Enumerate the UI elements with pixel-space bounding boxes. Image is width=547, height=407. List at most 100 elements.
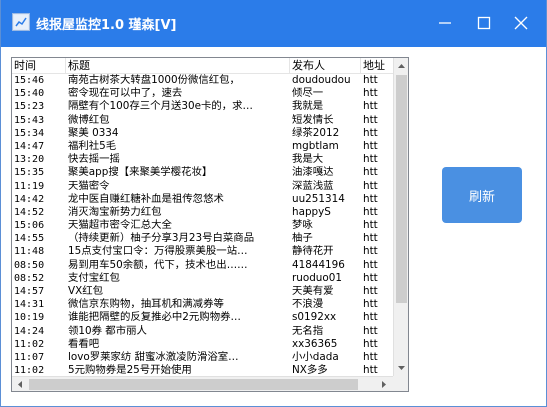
list-row[interactable]: 15:23 隔壁有个100存三个月送30e卡的，求… 我就是 htt [12, 100, 393, 113]
horizontal-scrollbar[interactable] [12, 376, 393, 391]
row-title: 密令现在可以中了，速去 [68, 87, 183, 100]
row-address: htt [363, 219, 378, 232]
row-address: htt [363, 337, 378, 350]
scroll-left-icon [17, 380, 22, 388]
row-publisher: uu251314 [292, 192, 345, 205]
vertical-scrollbar[interactable] [393, 58, 408, 376]
row-title: VX红包 [68, 285, 104, 297]
row-title: 支付宝红包 [68, 271, 120, 284]
list-row[interactable]: 15:43 微博红包 短发情长 htt [12, 114, 393, 127]
list-row[interactable]: 14:47 福利社5毛 mgbtlam htt [12, 140, 393, 153]
list-row[interactable]: 15:35 聚美app搜【来聚美学樱花妆】 油漆嘎达 htt [12, 166, 393, 179]
row-publisher: xx36365 [292, 337, 338, 350]
row-address: htt [363, 232, 378, 245]
column-header-title[interactable]: 标题 [66, 58, 290, 74]
row-publisher: 深蓝浅蓝 [292, 179, 334, 192]
app-icon [12, 13, 30, 31]
row-address: htt [363, 271, 378, 284]
scroll-down-icon [398, 366, 405, 370]
row-title: lovo罗莱家纺 甜蜜冰激凌防滑浴室… [68, 350, 239, 363]
thread-listview[interactable]: 时间 标题 发布人 地址 15:46 南苑古树茶大转盘1000份微信红包， doud… [11, 57, 409, 392]
row-time: 14:57 [14, 286, 45, 297]
row-address: htt [363, 166, 378, 179]
row-publisher: 无名指 [292, 324, 324, 337]
row-title: 天猫密令 [68, 179, 110, 192]
minimize-button[interactable] [431, 10, 459, 36]
row-publisher: NX多多 [292, 364, 328, 376]
row-publisher: 小小dada [292, 350, 339, 363]
vertical-scroll-thumb[interactable] [396, 75, 407, 303]
list-row[interactable]: 14:31 微信京东购物，抽耳机和满减券等 不浪漫 htt [12, 298, 393, 311]
list-row[interactable]: 15:34 聚美 0334 绿茶2012 htt [12, 127, 393, 140]
row-title: 南苑古树茶大转盘1000份微信红包， [68, 74, 240, 86]
row-address: htt [363, 298, 378, 311]
row-address: htt [363, 205, 378, 218]
row-title: 领10券 都市丽人 [68, 324, 147, 337]
list-row[interactable]: 14:57 VX红包 天美有爱 htt [12, 285, 393, 298]
row-time: 08:52 [14, 272, 45, 284]
row-address: htt [363, 245, 378, 258]
column-header-time[interactable]: 时间 [12, 58, 66, 74]
scroll-right-arrow[interactable] [376, 376, 391, 391]
row-title: 5元购物券是25号开始使用 [68, 364, 192, 376]
list-row[interactable]: 11:07 lovo罗莱家纺 甜蜜冰激凌防滑浴室… 小小dada htt [12, 351, 393, 364]
list-row[interactable]: 08:50 易到用车50余额，代下，技术也出…… 41844196 htt [12, 259, 393, 272]
close-button[interactable] [507, 10, 535, 36]
list-header: 时间 标题 发布人 地址 [12, 58, 393, 74]
row-address: htt [363, 179, 378, 192]
row-time: 11:48 [14, 246, 45, 258]
list-row[interactable]: 11:19 天猫密令 深蓝浅蓝 htt [12, 180, 393, 193]
refresh-button[interactable]: 刷新 [442, 167, 522, 223]
app-window: 线报屋监控1.0 瑾森[V] 时间 标题 发布人 地址 15:46 南苑古树茶大转… [0, 0, 547, 407]
row-address: htt [363, 258, 378, 271]
list-row[interactable]: 15:46 南苑古树茶大转盘1000份微信红包， doudoudou htt [12, 74, 393, 87]
row-time: 15:23 [14, 101, 45, 113]
row-time: 11:07 [14, 351, 45, 363]
row-time: 15:35 [14, 167, 45, 179]
row-publisher: happyS [292, 205, 331, 218]
row-title: 聚美 0334 [68, 126, 119, 139]
list-row[interactable]: 14:52 消灭淘宝新势力红包 happyS htt [12, 206, 393, 219]
row-time: 14:47 [14, 140, 45, 152]
row-time: 15:46 [14, 75, 45, 86]
row-publisher: 静待花开 [292, 245, 334, 258]
list-row[interactable]: 11:48 15点支付宝口令：万得股票美股一站… 静待花开 htt [12, 245, 393, 258]
row-publisher: 柚子 [292, 232, 313, 245]
row-publisher: 短发情长 [292, 113, 334, 126]
list-row[interactable]: 15:06 天猫超市密令汇总大全 梦咏 htt [12, 219, 393, 232]
list-row[interactable]: 10:19 谁能把隔壁的反复推必中2元购物券… s0192xx htt [12, 311, 393, 324]
row-time: 11:02 [14, 365, 45, 376]
row-title: 龙中医自赚红糖补血是祖传忽悠术 [68, 192, 224, 205]
row-address: htt [363, 350, 378, 363]
row-time: 15:06 [14, 220, 45, 232]
title-bar[interactable]: 线报屋监控1.0 瑾森[V] [1, 0, 546, 47]
scroll-left-arrow[interactable] [12, 376, 27, 391]
maximize-button[interactable] [470, 10, 498, 36]
row-title: 看看吧 [68, 337, 100, 350]
list-row[interactable]: 15:40 密令现在可以中了，速去 倾尽一 htt [12, 87, 393, 100]
maximize-icon [477, 16, 491, 30]
list-row[interactable]: 11:02 5元购物券是25号开始使用 NX多多 htt [12, 364, 393, 376]
column-header-address[interactable]: 地址 [361, 58, 393, 74]
list-row[interactable]: 14:24 领10券 都市丽人 无名指 htt [12, 325, 393, 338]
row-address: htt [363, 153, 378, 166]
row-time: 08:50 [14, 259, 45, 271]
scroll-right-icon [381, 380, 386, 388]
scroll-down-arrow[interactable] [394, 360, 408, 376]
list-row[interactable]: 11:02 看看吧 xx36365 htt [12, 338, 393, 351]
row-title: 快去摇一摇 [68, 153, 120, 166]
list-row[interactable]: 14:42 龙中医自赚红糖补血是祖传忽悠术 uu251314 htt [12, 193, 393, 206]
list-row[interactable]: 13:20 快去摇一摇 我是大 htt [12, 153, 393, 166]
row-title: （持续更新）柚子分享3月23号白菜商品 [68, 232, 255, 245]
list-rows: 15:46 南苑古树茶大转盘1000份微信红包， doudoudou htt 15:40… [12, 74, 393, 376]
row-publisher: 油漆嘎达 [292, 166, 334, 179]
row-publisher: ruoduo01 [292, 271, 342, 284]
list-row[interactable]: 08:52 支付宝红包 ruoduo01 htt [12, 272, 393, 285]
column-header-publisher[interactable]: 发布人 [290, 58, 361, 74]
window-title: 线报屋监控1.0 瑾森[V] [36, 18, 177, 33]
horizontal-scroll-thumb[interactable] [29, 379, 358, 390]
list-row[interactable]: 14:55 （持续更新）柚子分享3月23号白菜商品 柚子 htt [12, 232, 393, 245]
row-title: 微博红包 [68, 113, 110, 126]
row-time: 15:34 [14, 127, 45, 139]
scroll-up-arrow[interactable] [394, 58, 408, 74]
